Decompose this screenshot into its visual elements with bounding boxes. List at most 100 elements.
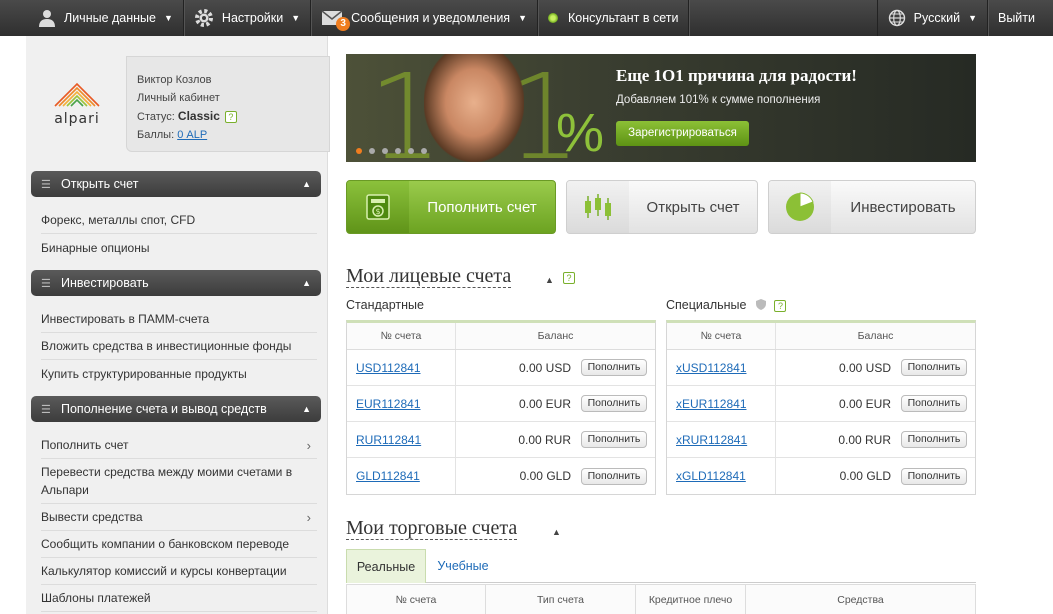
menu-section-open-account[interactable]: ☰ Открыть счет ▲ (31, 171, 321, 197)
gear-icon (194, 9, 213, 27)
table-row: xUSD112841 0.00 USD Пополнить (667, 349, 975, 386)
points-link[interactable]: 0 ALP (177, 129, 207, 141)
personal-accounts-title[interactable]: Мои лицевые счета (346, 265, 512, 288)
banner-dot[interactable] (369, 148, 375, 154)
account-balance: 0.00 GLD (839, 469, 891, 483)
banner-dot[interactable] (382, 148, 388, 154)
menu-item-deposit[interactable]: Пополнить счет › (41, 432, 317, 459)
wallet-icon: $ (347, 181, 409, 233)
banner-dot[interactable] (421, 148, 427, 154)
col-header-balance: Баланс (537, 330, 574, 342)
help-icon[interactable]: ? (224, 111, 237, 123)
account-number-link[interactable]: xUSD112841 (667, 349, 776, 386)
invest-button[interactable]: Инвестировать (768, 180, 976, 234)
account-balance: 0.00 USD (838, 360, 891, 375)
messages-label: Сообщения и уведомления (351, 11, 511, 25)
open-account-button[interactable]: Открыть счет (566, 180, 758, 234)
tab-real[interactable]: Реальные (346, 549, 426, 583)
menu-section-invest[interactable]: ☰ Инвестировать ▲ (31, 270, 321, 296)
table-header: № счета Баланс (347, 323, 655, 350)
menu-item-structured[interactable]: Купить структурированные продукты (41, 360, 317, 387)
topup-button[interactable]: Пополнить (901, 431, 967, 448)
menu-item-calculator[interactable]: Калькулятор комиссий и курсы конвертации (41, 558, 317, 585)
messages-menu[interactable]: 3 Сообщения и уведомления ▼ (311, 0, 538, 36)
account-number-link[interactable]: GLD112841 (347, 458, 456, 494)
menu-item-pamm[interactable]: Инвестировать в ПАММ-счета (41, 306, 317, 333)
banner-subtitle: Добавляем 101% к сумме пополнения (616, 94, 821, 106)
col-header-number: № счета (347, 585, 486, 614)
col-header-leverage: Кредитное плечо (636, 585, 746, 614)
online-consultant[interactable]: Консультант в сети (538, 0, 690, 36)
topup-button[interactable]: Пополнить (581, 359, 647, 376)
menu-item-label: Калькулятор комиссий и курсы конвертации (41, 564, 287, 578)
trading-accounts-title[interactable]: Мои торговые счета (346, 517, 518, 540)
account-balance: 0.00 USD (518, 360, 571, 375)
collapse-arrow-icon[interactable]: ▲ (552, 527, 561, 537)
account-number-link[interactable]: USD112841 (347, 349, 456, 386)
help-icon[interactable]: ? (774, 300, 787, 312)
table-row: xRUR112841 0.00 RUR Пополнить (667, 421, 975, 458)
trading-table-header: № счета Тип счета Кредитное плечо Средст… (346, 584, 976, 614)
table-row: xGLD112841 0.00 GLD Пополнить (667, 458, 975, 494)
menu-item-forex[interactable]: Форекс, металлы спот, CFD (41, 207, 317, 234)
table-row: RUR112841 0.00 RUR Пополнить (347, 421, 655, 458)
special-accounts-text: Специальные (666, 298, 747, 312)
personal-data-menu[interactable]: Личные данные ▼ (0, 0, 184, 36)
menu-item-label: Пополнить счет (41, 438, 129, 452)
table-row: USD112841 0.00 USD Пополнить (347, 349, 655, 386)
help-icon[interactable]: ? (563, 272, 575, 284)
user-icon (39, 10, 55, 27)
alpari-logo[interactable]: alpari (50, 80, 104, 130)
menu-item-templates[interactable]: Шаблоны платежей (41, 585, 317, 612)
menu-item-label: Шаблоны платежей (41, 591, 151, 605)
menu-section-deposit-withdraw[interactable]: ☰ Пополнение счета и вывод средств ▲ (31, 396, 321, 422)
topup-button[interactable]: Пополнить (901, 395, 967, 412)
banner-dot[interactable] (408, 148, 414, 154)
collapse-arrow-icon: ▲ (302, 278, 311, 288)
register-button[interactable]: Зарегистрироваться (616, 121, 749, 146)
col-header-balance: Баланс (857, 330, 894, 342)
menu-item-label: Перевести средства между моими счетами в… (41, 465, 293, 497)
menu-item-label: Вывести средства (41, 510, 143, 524)
deposit-button[interactable]: $ Пополнить счет (346, 180, 556, 234)
menu-item-label: Вложить средства в инвестиционные фонды (41, 339, 292, 353)
menu-item-transfer[interactable]: Перевести средства между моими счетами в… (41, 459, 317, 504)
tab-demo[interactable]: Учебные (428, 549, 498, 583)
chevron-right-icon: › (306, 509, 311, 525)
settings-menu[interactable]: Настройки ▼ (184, 0, 312, 36)
col-header-number: № счета (667, 323, 776, 349)
account-number-link[interactable]: xEUR112841 (667, 385, 776, 422)
topup-button[interactable]: Пополнить (581, 467, 647, 485)
chevron-right-icon: › (306, 437, 311, 453)
menu-item-funds[interactable]: Вложить средства в инвестиционные фонды (41, 333, 317, 360)
account-number-link[interactable]: RUR112841 (347, 421, 456, 458)
user-name: Виктор Козлов (137, 74, 212, 86)
menu-item-withdraw[interactable]: Вывести средства › (41, 504, 317, 531)
promo-banner[interactable]: 101 % Еще 1О1 причина для радости! Добав… (346, 54, 976, 162)
logout-button[interactable]: Выйти (988, 0, 1053, 36)
topup-button[interactable]: Пополнить (901, 467, 967, 485)
banner-dot[interactable] (356, 148, 362, 154)
collapse-arrow-icon[interactable]: ▲ (545, 275, 554, 285)
profile-card: Виктор Козлов Личный кабинет Статус: Cla… (126, 56, 330, 152)
banner-dot[interactable] (395, 148, 401, 154)
topup-button[interactable]: Пополнить (581, 395, 647, 412)
language-menu[interactable]: Русский ▼ (876, 0, 988, 36)
menu-item-binary-options[interactable]: Бинарные опционы (41, 234, 317, 261)
standard-accounts-label: Стандартные (346, 298, 424, 312)
messages-count-badge: 3 (336, 17, 351, 31)
standard-accounts-table: № счета Баланс USD112841 0.00 USD Пополн… (346, 320, 656, 495)
topup-button[interactable]: Пополнить (581, 431, 647, 448)
account-balance: 0.00 RUR (518, 432, 571, 447)
special-accounts-label: Специальные ? (666, 298, 787, 312)
account-number-link[interactable]: xRUR112841 (667, 421, 776, 458)
chevron-down-icon: ▼ (164, 13, 173, 23)
menu-item-label: Купить структурированные продукты (41, 366, 247, 381)
online-status-icon (548, 13, 558, 23)
logout-label: Выйти (997, 11, 1035, 25)
menu-item-bank-transfer[interactable]: Сообщить компании о банковском переводе (41, 531, 317, 558)
topup-button[interactable]: Пополнить (901, 359, 967, 376)
menu-section-title: Пополнение счета и вывод средств (61, 402, 267, 416)
account-number-link[interactable]: xGLD112841 (667, 458, 776, 494)
account-number-link[interactable]: EUR112841 (347, 385, 456, 422)
